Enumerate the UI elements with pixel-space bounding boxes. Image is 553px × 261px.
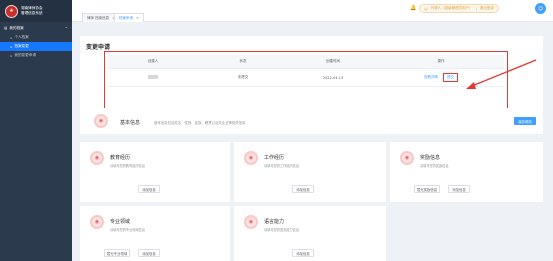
column-header: 创建时间 [326,59,340,63]
specialty-icon: ◉ [90,215,104,229]
logo-area: ★ 湖南律师协会 管理信息系统 [0,0,72,22]
table-header: 创建人 状态 创建时间 操作 [108,55,504,69]
submit-button[interactable]: 提交 [443,73,459,82]
basic-info-card: ◉ 基本信息 基本信息包括姓名、性别、民族、籍贯以及执业证等相关信息 保存修改 [80,108,543,134]
org-name-line2: 管理信息系统 [21,11,43,15]
doc-icon: ▫ [10,35,13,40]
module-title: 语言能力 [264,219,285,225]
module-desc: 请填写您的工作经历信息 [264,164,300,168]
save-button[interactable]: 保存修改 [514,117,536,125]
tab-archive-request[interactable]: 档案申请 × [114,13,144,22]
module-title: 教育经历 [110,155,131,161]
module-card-specialty: ◉ 专业领域 请填写您的专业领域信息 暂无专业领域 添加信息 [80,206,230,261]
main-content: 变更申请 创建人 状态 创建时间 操作 未提交 2022-04-13 查看详情 … [72,22,553,261]
table-row: 未提交 2022-04-13 查看详情 提交 [108,69,504,87]
status-cell: 未提交 [237,75,249,79]
tab-label: 档案申请 [119,15,133,20]
sidebar-item-my-change-requests[interactable]: ▫ 我的变更申请 [0,51,72,60]
module-desc: 请填写您的专业领域信息 [110,228,146,232]
sidebar-item-label: 档案变更 [14,44,29,48]
module-desc: 请填写您的语言能力信息 [264,228,300,232]
emblem-icon: ★ [5,4,18,18]
module-card-language: ◉ 语言能力 请填写您的语言能力信息 添加信息 [234,206,386,261]
no-data-button[interactable]: 暂无专业领域 [104,249,130,257]
chevron-up-icon: ⌃ [64,25,68,31]
module-title: 专业领域 [110,219,131,225]
logout-link[interactable]: 退出登录 [480,6,494,11]
creator-cell [108,75,198,80]
module-title: 奖励信息 [420,155,441,161]
add-button[interactable]: 添加信息 [292,249,314,257]
user-pill: ☺ 代理人（超级管理员用户） | 退出登录 [419,4,499,13]
sidebar-item-personal-archive[interactable]: ▫ 个人档案 [0,33,72,42]
created-at-cell: 2022-04-13 [322,75,344,80]
column-header: 状态 [239,59,247,63]
education-icon: ◉ [90,151,104,165]
redacted-name [148,75,158,79]
add-button[interactable]: 添加信息 [138,249,160,257]
sidebar: ★ 湖南律师协会 管理信息系统 ▤ 我的档案 ⌃ ▫ 个人档案 ▫ 档案变更 ▫… [0,0,72,261]
doc-icon: ▫ [10,53,13,58]
sidebar-group-my-archive[interactable]: ▤ 我的档案 ⌃ [0,23,72,33]
sidebar-group-label: 我的档案 [9,25,24,30]
view-details-link[interactable]: 查看详情 [424,75,438,79]
basic-info-icon: ◉ [94,114,108,128]
user-name: 代理人（超级管理员用户） [430,6,473,10]
avatar[interactable]: ☺ [535,3,546,14]
module-desc: 请填写您的奖励信息 [420,164,449,168]
section-desc: 基本信息包括姓名、性别、民族、籍贯以及执业证等相关信息 [154,121,246,125]
top-bar: 律师 档案信息 × 档案申请 × 🔔 ☺ 代理人（超级管理员用户） | 退出登录… [72,0,553,22]
sidebar-item-archive-change[interactable]: ▫ 档案变更 [0,42,72,51]
add-button[interactable]: 添加信息 [138,185,160,193]
sidebar-item-label: 我的变更申请 [14,53,36,57]
change-request-table: 创建人 状态 创建时间 操作 未提交 2022-04-13 查看详情 提交 [108,55,504,87]
column-header: 创建人 [147,59,159,63]
module-card-work: ◉ 工作经历 请填写您的工作经历信息 添加信息 [234,142,386,202]
tab-label: 律师 档案信息 [87,15,110,20]
user-icon: ☺ [424,6,428,11]
arrow-annotation [466,59,537,89]
award-icon: ◉ [400,151,414,165]
folder-icon: ▤ [4,26,8,30]
no-data-button[interactable]: 暂无奖励信息 [414,185,440,193]
module-desc: 请填写您的教育经历信息 [110,164,146,168]
close-icon[interactable]: × [136,16,139,20]
sidebar-item-label: 个人档案 [14,35,29,39]
module-card-education: ◉ 教育经历 请填写您的教育经历信息 添加信息 [80,142,230,202]
page-title: 变更申请 [86,44,111,51]
section-title: 基本信息 [120,120,141,126]
module-card-award: ◉ 奖励信息 请填写您的奖励信息 暂无奖励信息 添加信息 [390,142,543,202]
doc-icon: ▫ [10,44,13,49]
module-title: 工作经历 [264,155,285,161]
add-button[interactable]: 添加信息 [292,185,314,193]
language-icon: ◉ [244,215,258,229]
work-icon: ◉ [244,151,258,165]
bell-icon[interactable]: 🔔 [410,5,416,11]
add-button[interactable]: 添加信息 [448,185,470,193]
